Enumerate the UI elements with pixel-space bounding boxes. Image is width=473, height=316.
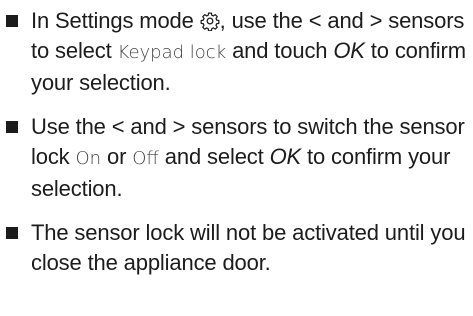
list-item: Use the < and > sensors to switch the se… xyxy=(6,112,470,204)
display-text-off: Off xyxy=(132,148,159,169)
instruction-text: In Settings mode , use the < and > senso… xyxy=(31,8,466,95)
instruction-text: The sensor lock will not be activated un… xyxy=(31,220,466,275)
ok-label: OK xyxy=(333,38,365,63)
ok-label: OK xyxy=(269,144,302,169)
display-text-on: On xyxy=(75,148,102,169)
bullet-square xyxy=(6,121,18,133)
display-text-keypad-lock: Keypad lock xyxy=(117,42,227,63)
instruction-text: Use the < and > sensors to switch the se… xyxy=(31,114,465,201)
instruction-list: In Settings mode , use the < and > senso… xyxy=(6,6,470,278)
list-item: In Settings mode , use the < and > senso… xyxy=(6,6,470,98)
list-item: The sensor lock will not be activated un… xyxy=(6,218,470,278)
bullet-square xyxy=(6,227,18,239)
bullet-square xyxy=(6,15,18,27)
gear-icon xyxy=(200,12,220,31)
